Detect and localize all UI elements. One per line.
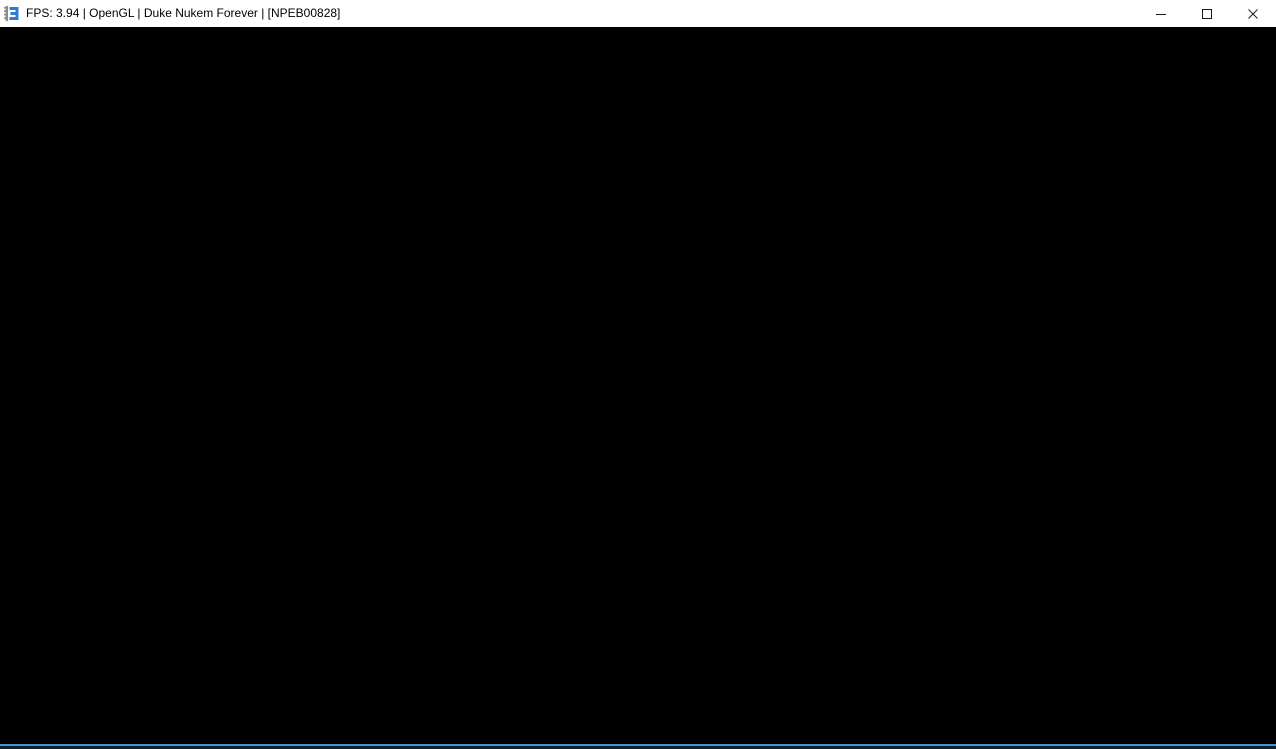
titlebar[interactable]: FPS: 3.94 | OpenGL | Duke Nukem Forever … [0,0,1276,27]
minimize-button[interactable] [1138,0,1184,27]
emulator-window: FPS: 3.94 | OpenGL | Duke Nukem Forever … [0,0,1276,749]
close-icon [1248,8,1258,19]
minimize-icon [1156,13,1166,15]
rpcs3-app-icon[interactable] [4,5,21,22]
maximize-icon [1202,8,1212,19]
maximize-button[interactable] [1184,0,1230,27]
window-title: FPS: 3.94 | OpenGL | Duke Nukem Forever … [26,6,341,20]
window-controls [1138,0,1276,27]
game-viewport[interactable] [0,27,1276,744]
rpcs3-logo-icon [4,6,19,21]
close-button[interactable] [1230,0,1276,27]
